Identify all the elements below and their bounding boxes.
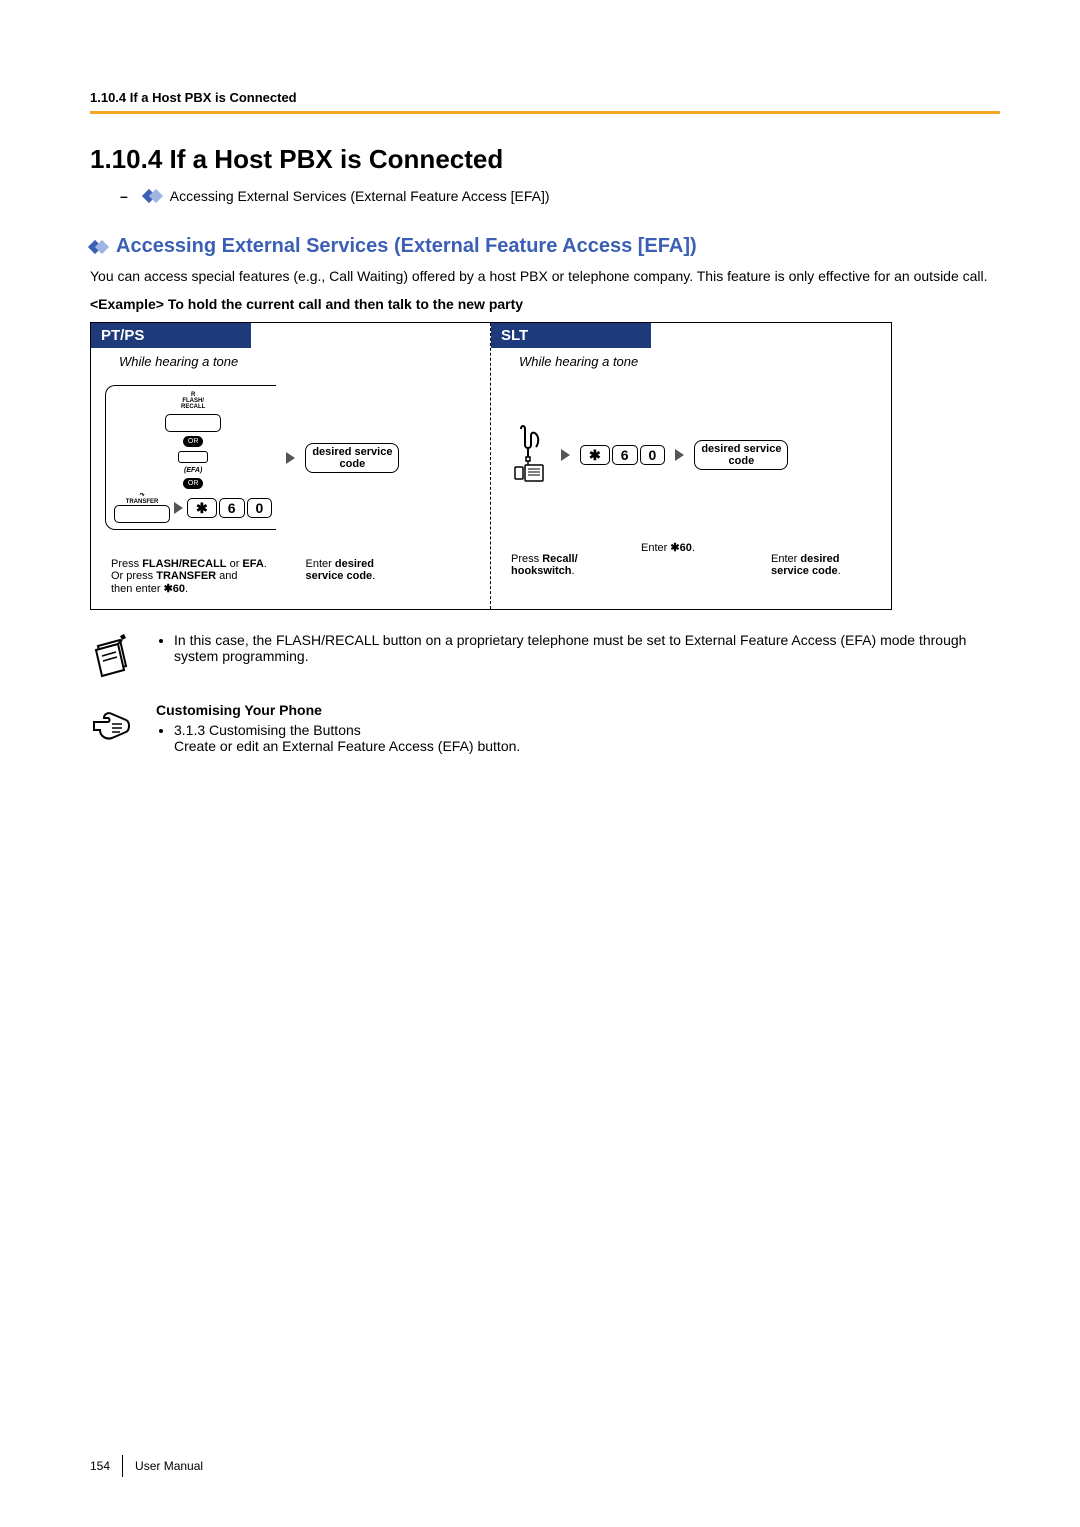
customise-text: Customising Your Phone 3.1.3 Customising…: [156, 702, 1000, 754]
key-sequence: ✱ 6 0: [580, 445, 665, 465]
note-text: In this case, the FLASH/RECALL button on…: [156, 632, 1000, 664]
ptps-header: PT/PS: [91, 323, 251, 348]
or-pill: OR: [183, 478, 204, 489]
slt-instruction-1: Press Recall/ hookswitch.: [511, 541, 621, 577]
slt-instructions: Press Recall/ hookswitch. Enter ✱60. Ent…: [491, 535, 891, 581]
efa-button-icon: [178, 451, 208, 463]
slt-instruction-2: Enter ✱60.: [641, 541, 751, 577]
arrow-icon: [174, 502, 183, 514]
procedure-diagram: PT/PS While hearing a tone R FLASH/ RECA…: [90, 322, 892, 610]
ptps-instructions: Press FLASH/RECALL or EFA. Or press TRAN…: [91, 540, 490, 599]
service-code-box: desired service code: [694, 440, 788, 470]
sub-heading: Accessing External Services (External Fe…: [90, 235, 1000, 258]
or-pill: OR: [183, 436, 204, 447]
flash-recall-button-icon: [165, 414, 221, 432]
footer-separator: [122, 1455, 123, 1477]
service-code-box: desired service code: [305, 443, 399, 473]
slt-flow: ✱ 6 0 desired service code: [491, 375, 891, 535]
star-key-icon: ✱: [580, 445, 610, 465]
arrow-icon: [286, 452, 295, 464]
example-title: <Example> To hold the current call and t…: [90, 296, 1000, 312]
customise-block: Customising Your Phone 3.1.3 Customising…: [90, 702, 1000, 754]
efa-label: (EFA): [184, 467, 202, 474]
header-rule: [90, 111, 1000, 114]
dash: –: [120, 188, 128, 204]
notepad-icon: [90, 632, 132, 680]
customise-bullet: 3.1.3 Customising the Buttons Create or …: [174, 722, 1000, 754]
slt-instruction-3: Enter desired service code.: [771, 541, 881, 577]
slt-header: SLT: [491, 323, 651, 348]
six-key-icon: 6: [219, 498, 245, 518]
arrow-icon: [561, 449, 570, 461]
ptps-subcaption: While hearing a tone: [91, 354, 490, 375]
pointing-hand-icon: [90, 702, 132, 750]
note-bullet: In this case, the FLASH/RECALL button on…: [174, 632, 1000, 664]
zero-key-icon: 0: [247, 498, 273, 518]
transfer-row: ↷TRANSFER ✱ 6 0: [114, 493, 272, 523]
diamond-icon: [90, 238, 108, 256]
key-sequence: ✱ 6 0: [187, 498, 272, 518]
customise-desc: Create or edit an External Feature Acces…: [174, 738, 520, 754]
recall-label: R FLASH/ RECALL: [181, 392, 205, 410]
arrow-icon: [675, 449, 684, 461]
zero-key-icon: 0: [640, 445, 666, 465]
running-header: 1.10.4 If a Host PBX is Connected: [90, 90, 1000, 105]
star-key-icon: ✱: [187, 498, 217, 518]
slt-subcaption: While hearing a tone: [491, 354, 891, 375]
ptps-alternatives-group: R FLASH/ RECALL OR (EFA) OR ↷TRANSFER: [105, 385, 276, 530]
footer-label: User Manual: [135, 1459, 203, 1473]
transfer-button-icon: [114, 505, 170, 523]
note-block: In this case, the FLASH/RECALL button on…: [90, 632, 1000, 680]
ptps-instruction-2: Enter desired service code.: [306, 546, 481, 595]
slt-column: SLT While hearing a tone: [491, 323, 891, 609]
customise-title: Customising Your Phone: [156, 702, 1000, 718]
ptps-instruction-1: Press FLASH/RECALL or EFA. Or press TRAN…: [111, 546, 286, 595]
customise-ref: 3.1.3 Customising the Buttons: [174, 722, 361, 738]
sub-heading-text: Accessing External Services (External Fe…: [116, 235, 697, 258]
ptps-flow: R FLASH/ RECALL OR (EFA) OR ↷TRANSFER: [91, 375, 490, 540]
transfer-label: ↷TRANSFER: [126, 493, 159, 505]
page-footer: 154 User Manual: [90, 1455, 203, 1477]
intro-paragraph: You can access special features (e.g., C…: [90, 268, 1000, 284]
toc-link-text: Accessing External Services (External Fe…: [170, 188, 550, 204]
section-title: 1.10.4 If a Host PBX is Connected: [90, 144, 1000, 175]
diamond-icon: [144, 187, 162, 205]
ptps-column: PT/PS While hearing a tone R FLASH/ RECA…: [91, 323, 491, 609]
hookswitch-phone-icon: [505, 423, 551, 487]
page: 1.10.4 If a Host PBX is Connected 1.10.4…: [0, 0, 1080, 1527]
toc-link-line: – Accessing External Services (External …: [120, 187, 1000, 205]
six-key-icon: 6: [612, 445, 638, 465]
page-number: 154: [90, 1459, 110, 1473]
